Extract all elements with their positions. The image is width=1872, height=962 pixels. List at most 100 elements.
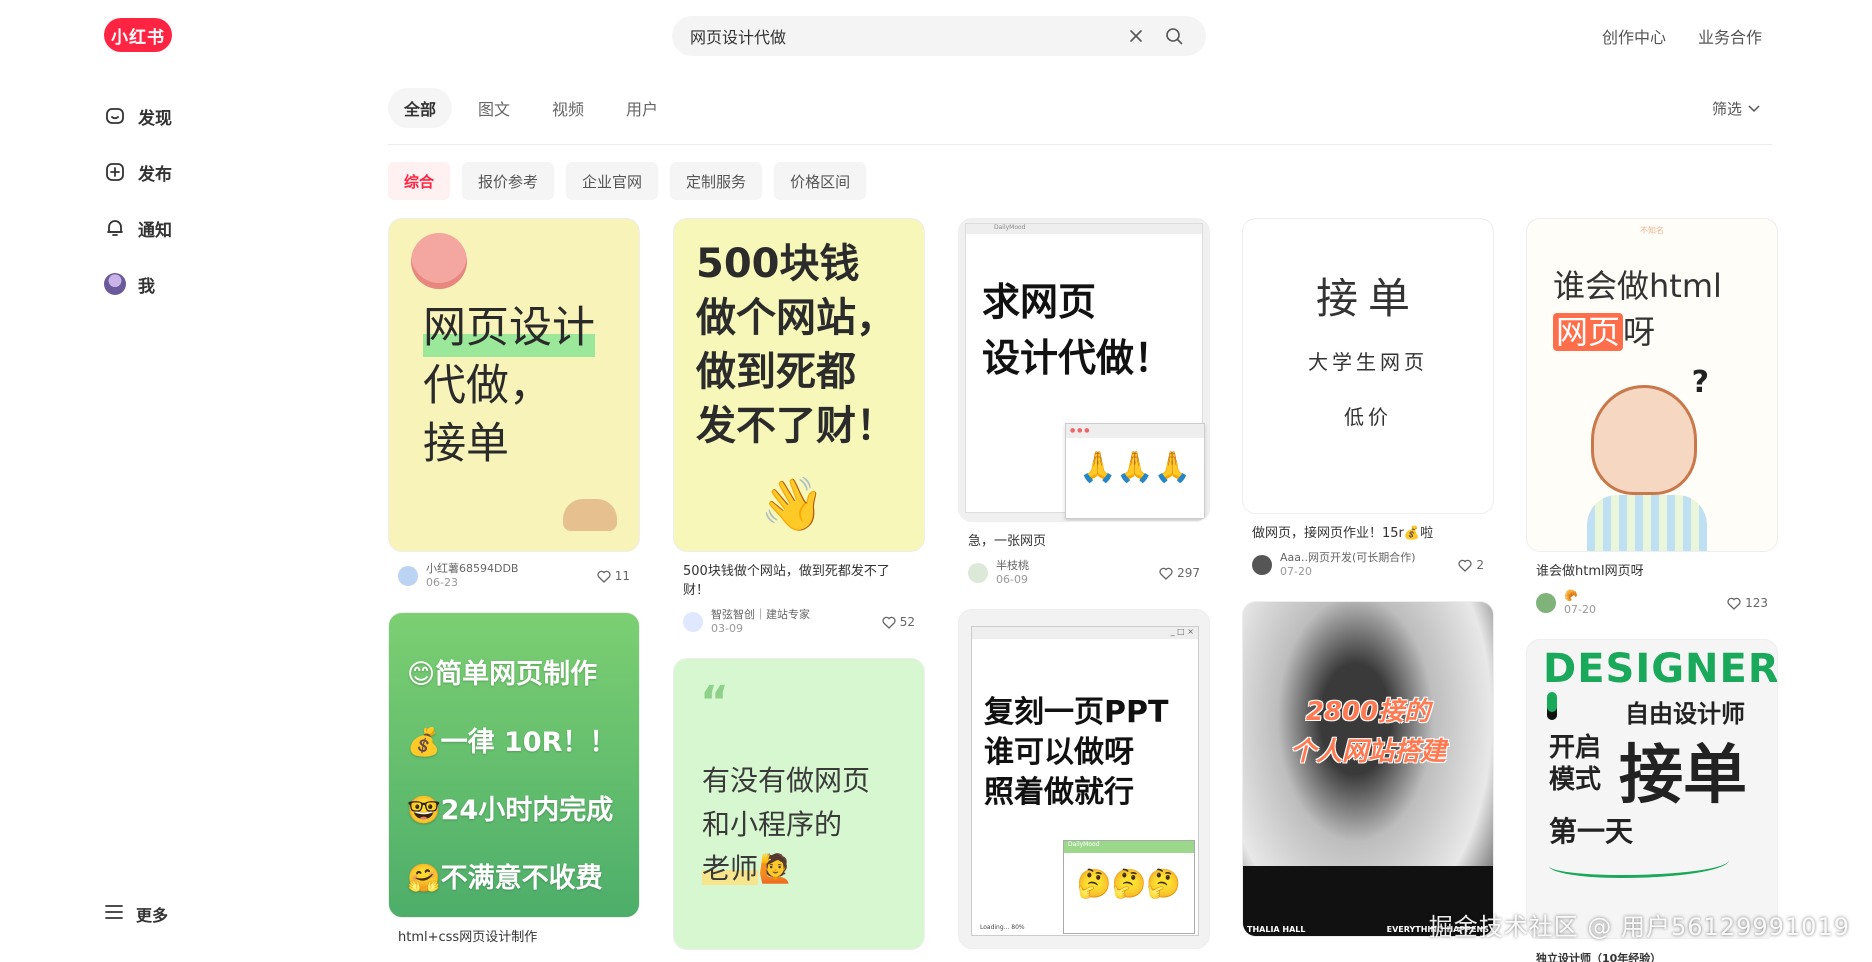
author-name[interactable]: 智弦智创｜建站专家 [711,608,810,622]
money-bag-icon: 💰 [407,727,441,758]
like-button[interactable]: 123 [1727,596,1768,610]
sidebar-more[interactable]: 更多 [104,902,168,926]
note-title[interactable]: 独立设计师（10年经验） [1536,949,1768,962]
author-avatar[interactable] [1536,593,1556,613]
cover-text: 个人网站搭建 [1289,737,1446,767]
chip-price-range[interactable]: 价格区间 [774,162,867,200]
author-avatar[interactable] [398,566,418,586]
hug-emoji-icon: 🤗 [407,863,441,894]
creator-center-link[interactable]: 创作中心 [1602,24,1666,48]
note-cover[interactable]: “ 有没有做网页 和小程序的 老师🙋 [673,658,925,950]
filter-button[interactable]: 筛选 [1712,98,1760,119]
sidebar-item-discover[interactable]: 发现 [104,96,304,136]
sidebar-item-notify[interactable]: 通知 [104,208,304,248]
clear-icon[interactable] [1122,22,1150,50]
top-mark: 不知名 [1640,226,1664,235]
note-card[interactable]: 2800接的 个人网站搭建 THALIA HALL EVERYTHING HAP… [1242,601,1494,937]
note-title[interactable]: 500块钱做个网站，做到死都发不了财！ [683,562,915,600]
like-button[interactable]: 52 [882,615,915,629]
cover-text: 24小时内完成 [440,795,614,826]
note-cover[interactable]: DESIGNER 自由设计师 开启 模式 接单 第一天 [1526,639,1778,939]
post-date: 03-09 [711,622,743,635]
cover-text: 大学生网页 [1308,350,1428,374]
search-input[interactable] [690,26,1112,46]
cover-text: 接单 [1315,274,1420,323]
note-cover[interactable]: 2800接的 个人网站搭建 THALIA HALL EVERYTHING HAP… [1242,601,1494,937]
content-tabs: 全部 图文 视频 用户 [388,88,674,128]
note-card[interactable]: 接单 大学生网页 低价 做网页，接网页作业！15r💰啦 Aaa..网页开发(可长… [1242,218,1494,579]
heart-icon [1458,559,1472,572]
plus-icon [104,161,126,183]
tab-video[interactable]: 视频 [536,88,600,128]
home-icon [104,105,126,127]
author-name[interactable]: 小红薯68594DDB [426,562,518,576]
business-link[interactable]: 业务合作 [1698,24,1762,48]
cover-text: 设计代做！ [982,336,1173,380]
cover-text: 老师 [702,852,759,885]
note-cover[interactable]: DailyMood 求网页 设计代做！ ● ● ● 🙏🙏🙏 [958,218,1210,522]
note-title[interactable]: html+css网页设计制作 [398,928,630,947]
cover-text: 呀 [1623,313,1656,351]
window-controls: _ □ × [972,627,1198,639]
note-card[interactable]: DailyMood 求网页 设计代做！ ● ● ● 🙏🙏🙏 急，一张网页 半枝桃… [958,218,1210,587]
app-logo[interactable]: 小红书 [104,18,172,52]
cover-text: 和小程序的 [702,808,843,841]
note-card[interactable]: 500块钱 做个网站， 做到死都 发不了财！ 👋 500块钱做个网站，做到死都发… [673,218,925,636]
note-cover[interactable]: 不知名 谁会做html 网页呀 ? [1526,218,1778,552]
note-cover[interactable]: 😊简单网页制作 💰一律 10R！！ 🤓24小时内完成 🤗不满意不收费 [388,612,640,918]
chip-custom-service[interactable]: 定制服务 [670,162,763,200]
cover-text: 有没有做网页 [702,764,871,797]
sidebar-item-me[interactable]: 我 [104,264,304,304]
note-card[interactable]: “ 有没有做网页 和小程序的 老师🙋 [673,658,925,950]
note-cover[interactable]: _ □ × 复刻一页PPT 谁可以做呀 照着做就行 Loading... 80%… [958,609,1210,949]
like-count: 52 [899,615,915,629]
author-avatar[interactable] [968,563,988,583]
tab-all[interactable]: 全部 [388,88,453,128]
cover-text: 做到死都 [696,349,856,395]
chip-price-ref[interactable]: 报价参考 [462,162,555,200]
author-name[interactable]: 半枝桃 [996,559,1029,573]
heart-icon [1727,597,1741,610]
author-avatar[interactable] [1252,555,1272,575]
cover-text: 求网页 [982,280,1097,324]
note-title[interactable]: 做网页，接网页作业！15r💰啦 [1252,524,1484,543]
cover-text: 接单 [1619,739,1747,813]
sidebar-item-label: 发布 [138,164,172,185]
cover-text: 谁可以做呀 [984,735,1134,770]
feed-column-5: 不知名 谁会做html 网页呀 ? 谁会做html网页呀 🥐 07-20 123… [1526,218,1778,962]
footer-text: THALIA HALL [1247,925,1306,934]
sidebar-item-publish[interactable]: 发布 [104,152,304,192]
note-cover[interactable]: 500块钱 做个网站， 做到死都 发不了财！ 👋 [673,218,925,552]
loading-text: Loading... 80% [980,924,1025,931]
tab-notes[interactable]: 图文 [462,88,526,128]
search-icon[interactable] [1160,22,1188,50]
like-button[interactable]: 11 [597,569,630,583]
note-title[interactable]: 谁会做html网页呀 [1536,562,1768,581]
note-cover[interactable]: 接单 大学生网页 低价 [1242,218,1494,514]
note-card[interactable]: 网页设计 代做， 接单 小红薯68594DDB 06-23 11 [388,218,640,590]
note-card[interactable]: 不知名 谁会做html 网页呀 ? 谁会做html网页呀 🥐 07-20 123 [1526,218,1778,617]
note-card[interactable]: _ □ × 复刻一页PPT 谁可以做呀 照着做就行 Loading... 80%… [958,609,1210,949]
cover-text: 发不了财！ [696,403,896,449]
chip-general[interactable]: 综合 [388,162,451,200]
note-title[interactable]: 急，一张网页 [968,532,1200,551]
sidebar-nav: 发现 发布 通知 我 [104,96,304,320]
cover-text: 简单网页制作 [435,659,598,690]
avatar [104,273,126,295]
pray-emoji-icon: 🙏🙏🙏 [1078,450,1192,485]
nerd-emoji-icon: 🤓 [407,795,441,826]
like-count: 297 [1177,566,1200,580]
author-avatar[interactable] [683,612,703,632]
watermark: 掘金技术社区 @ 用户56129991019 [1428,913,1850,941]
note-cover[interactable]: 网页设计 代做， 接单 [388,218,640,552]
wave-hand-icon: 👋 [760,475,825,535]
girl-emoji-icon: 🙋 [758,852,793,885]
chip-corp-site[interactable]: 企业官网 [566,162,659,200]
feed-column-3: DailyMood 求网页 设计代做！ ● ● ● 🙏🙏🙏 急，一张网页 半枝桃… [958,218,1210,962]
note-card[interactable]: 😊简单网页制作 💰一律 10R！！ 🤓24小时内完成 🤗不满意不收费 html+… [388,612,640,947]
like-button[interactable]: 297 [1159,566,1200,580]
tab-users[interactable]: 用户 [610,88,674,128]
cover-text: 低价 [1344,405,1392,429]
author-name[interactable]: Aaa..网页开发(可长期合作) [1280,551,1416,565]
like-button[interactable]: 2 [1458,558,1484,572]
